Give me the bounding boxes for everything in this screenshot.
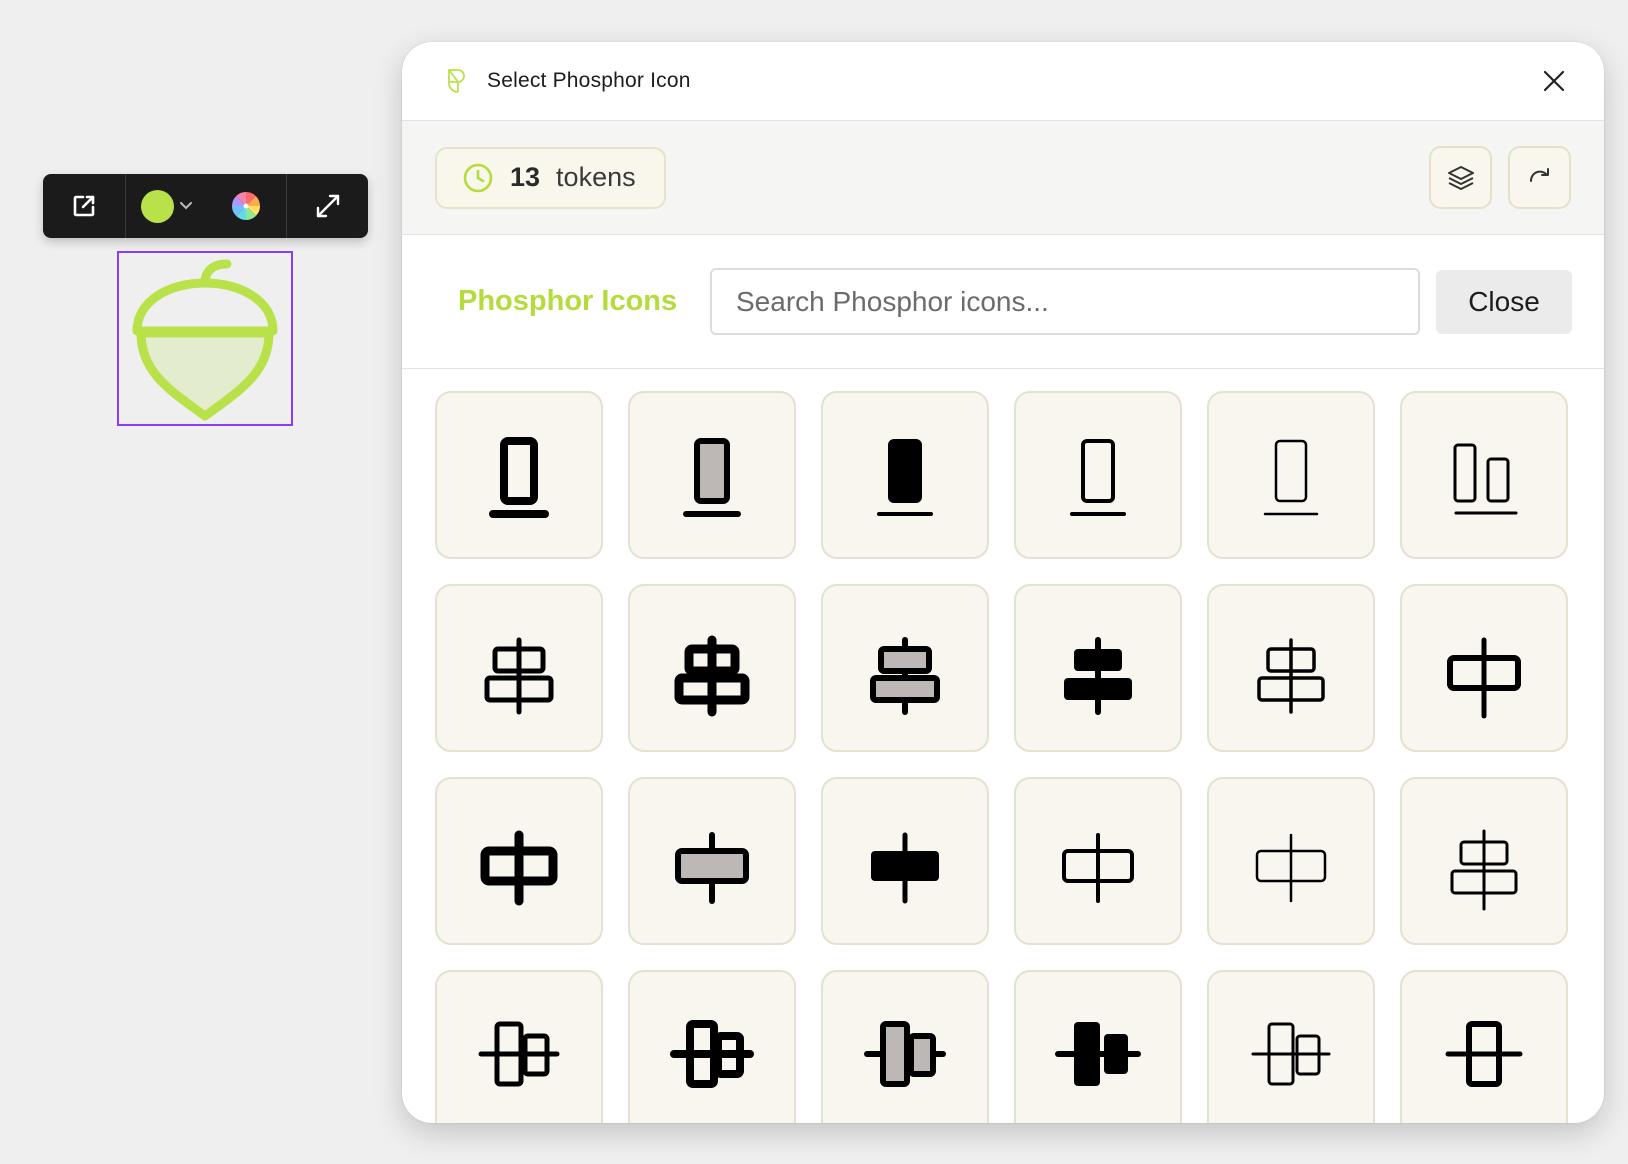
icon-tile[interactable] — [1207, 584, 1375, 752]
align-bottom-duotone-icon — [683, 438, 741, 517]
open-external-icon — [73, 195, 95, 217]
brand-title: Phosphor Icons — [458, 285, 678, 317]
icon-grid — [435, 391, 1568, 1123]
icon-tile[interactable] — [435, 970, 603, 1123]
align-center-horizontal-simple-light-icon — [1062, 833, 1134, 903]
icon-tile[interactable] — [435, 777, 603, 945]
icon-tile[interactable] — [1014, 391, 1182, 559]
icon-tile[interactable] — [1400, 777, 1568, 945]
align-center-horizontal-regular-icon — [484, 637, 554, 715]
align-bottom-thin-icon — [1263, 439, 1319, 516]
phosphor-logo-icon — [448, 69, 465, 93]
align-center-horizontal-bold-icon — [674, 635, 750, 717]
color-picker-button[interactable] — [126, 174, 206, 238]
icon-tile[interactable] — [435, 391, 603, 559]
icon-tile[interactable] — [1014, 584, 1182, 752]
icon-tile[interactable] — [1207, 970, 1375, 1123]
align-center-vertical-simple-icon — [1445, 1021, 1523, 1087]
redo-button[interactable] — [1508, 146, 1571, 209]
tokens-badge: 13 tokens — [435, 146, 666, 209]
dialog-title: Select Phosphor Icon — [487, 69, 691, 92]
align-bottom-fill-icon — [877, 439, 933, 516]
expand-icon — [316, 194, 339, 218]
align-bottom-regular-icon — [1070, 439, 1126, 516]
align-center-horizontal-thin-icon — [1450, 829, 1518, 911]
chevron-down-icon — [179, 202, 192, 210]
close-button[interactable]: Close — [1436, 269, 1572, 334]
align-center-vertical-duotone-icon — [864, 1021, 946, 1087]
align-center-horizontal-simple-fill-icon — [871, 832, 939, 904]
align-center-horizontal-duotone-icon — [870, 637, 940, 715]
acorn-icon — [132, 259, 278, 421]
align-center-vertical-regular-icon — [478, 1021, 560, 1087]
color-wheel-button[interactable] — [206, 174, 286, 238]
icon-tile[interactable] — [821, 970, 989, 1123]
icon-tile[interactable] — [1400, 391, 1568, 559]
redo-icon — [1529, 167, 1549, 182]
icon-tile[interactable] — [1014, 777, 1182, 945]
select-icon-dialog: Select Phosphor Icon 13 tokens Phosphor … — [402, 42, 1604, 1123]
align-center-vertical-light-icon — [1251, 1022, 1331, 1086]
clock-icon — [463, 163, 493, 192]
align-center-vertical-fill-icon — [1055, 1022, 1141, 1086]
dialog-header: Select Phosphor Icon — [402, 42, 1604, 121]
align-center-horizontal-simple-thin-icon — [1255, 833, 1327, 903]
icon-tile[interactable] — [1207, 777, 1375, 945]
align-center-vertical-bold-icon — [670, 1020, 754, 1088]
expand-button[interactable] — [287, 174, 368, 238]
open-external-button[interactable] — [43, 174, 125, 238]
tokens-count: 13 — [510, 162, 541, 192]
tokens-bar: 13 tokens — [402, 121, 1604, 235]
stack-icon — [1447, 165, 1474, 190]
icon-tile[interactable] — [1014, 970, 1182, 1123]
icon-tile[interactable] — [435, 584, 603, 752]
icon-tile[interactable] — [628, 391, 796, 559]
tokens-label: tokens — [556, 162, 636, 192]
align-center-horizontal-light-icon — [1257, 638, 1325, 714]
align-center-horizontal-simple-duotone-icon — [675, 832, 749, 904]
icon-tile[interactable] — [1400, 584, 1568, 752]
color-swatch — [140, 189, 174, 223]
align-center-horizontal-simple-bold-icon — [480, 830, 558, 906]
search-row: Phosphor Icons Close — [402, 235, 1604, 369]
search-input[interactable] — [710, 268, 1420, 335]
dialog-close-button[interactable] — [1534, 61, 1574, 101]
layers-button[interactable] — [1429, 146, 1492, 209]
icon-tile[interactable] — [821, 391, 989, 559]
selected-element-frame[interactable] — [117, 251, 293, 426]
close-icon — [1543, 70, 1565, 92]
icon-tile[interactable] — [1207, 391, 1375, 559]
align-bottom-bold-icon — [489, 437, 549, 518]
icon-tile[interactable] — [1400, 970, 1568, 1123]
icon-tile[interactable] — [628, 777, 796, 945]
align-center-horizontal-fill-icon — [1064, 637, 1132, 715]
icon-tile[interactable] — [821, 584, 989, 752]
align-bottom-simple-icon — [1453, 443, 1518, 515]
floating-toolbar — [43, 174, 368, 238]
icon-tile[interactable] — [628, 970, 796, 1123]
icon-tile[interactable] — [628, 584, 796, 752]
color-wheel-icon — [232, 192, 260, 220]
align-center-horizontal-simple-icon — [1447, 637, 1521, 719]
icon-tile[interactable] — [821, 777, 989, 945]
